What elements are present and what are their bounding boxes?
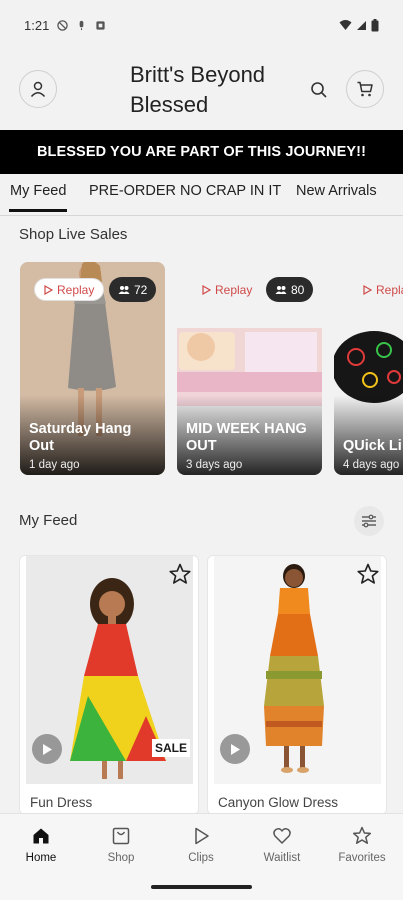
status-bar: 1:21 [0,0,403,50]
replay-label: Repla [376,282,403,297]
tab-pre-order[interactable]: PRE-ORDER NO CRAP IN IT [89,183,281,199]
replay-badge[interactable]: Repla [354,278,403,301]
live-sale-title: Saturday Hang Out [29,421,132,454]
nav-home[interactable]: Home [1,826,81,864]
app-header: Britt's Beyond Blessed [0,55,403,127]
replay-badge[interactable]: Replay [193,278,261,301]
category-tabs: My Feed PRE-ORDER NO CRAP IN IT New Arri… [0,174,403,216]
status-time: 1:21 [24,17,50,33]
live-sale-card[interactable]: Repla QUick Li 4 days ago [334,262,403,475]
search-button[interactable] [308,79,330,101]
replay-label: Replay [215,282,253,297]
home-icon [33,828,49,844]
favorite-star-icon[interactable] [356,562,380,586]
nav-label: Home [25,852,57,864]
sale-badge: SALE [151,739,190,757]
nav-favorites[interactable]: Favorites [322,826,402,864]
nav-clips[interactable]: Clips [161,826,241,864]
viewers-icon [275,285,287,294]
replay-label: Replay [57,282,95,297]
notification-icon [96,20,105,30]
account-button[interactable] [19,70,57,108]
tab-new-arrivals[interactable]: New Arrivals [296,183,377,199]
viewer-count: 72 [134,282,148,297]
live-sale-time: 4 days ago [343,459,400,471]
play-icon [43,743,52,755]
viewer-count-badge: 80 [266,277,314,302]
play-video-button[interactable] [32,734,62,764]
battery-icon [371,18,379,31]
live-sale-time: 3 days ago [186,459,243,471]
live-sale-card[interactable]: Replay 72 Saturday Hang Out 1 day ago [20,262,165,475]
product-card[interactable]: SALE Fun Dress [19,555,199,815]
signal-icon [357,21,366,30]
play-outline-icon [202,284,211,295]
product-card[interactable]: Canyon Glow Dress [207,555,387,815]
live-sale-title: QUick Li [343,438,402,454]
home-indicator[interactable] [151,885,252,889]
play-outline-icon [44,284,53,295]
product-name: Canyon Glow Dress [218,795,339,810]
nav-label: Clips [188,852,214,864]
cart-button[interactable] [346,70,384,108]
live-sales-heading: Shop Live Sales [19,226,128,243]
replay-badge[interactable]: Replay [34,278,105,301]
shop-icon [112,827,130,845]
play-icon [195,827,209,845]
cart-icon [357,81,373,97]
star-icon [352,826,372,844]
filter-icon [362,514,376,528]
live-sale-time: 1 day ago [29,459,80,471]
tab-my-feed[interactable]: My Feed [8,183,68,212]
live-sale-title: MID WEEK HANG OUT [186,421,307,454]
viewers-icon [118,285,130,294]
store-title: Britt's Beyond Blessed [130,62,266,117]
announcement-banner: BLESSED YOU ARE PART OF THIS JOURNEY!! [0,130,403,174]
dnd-icon [57,19,69,31]
play-video-button[interactable] [220,734,250,764]
wifi-icon [339,20,352,30]
nav-waitlist[interactable]: Waitlist [242,826,322,864]
viewer-count: 80 [291,282,305,297]
play-icon [231,743,240,755]
heart-icon [273,828,291,844]
nav-label: Waitlist [263,852,301,864]
filter-button[interactable] [354,506,384,536]
play-outline-icon [363,284,372,295]
favorite-star-icon[interactable] [168,562,192,586]
product-name: Fun Dress [30,795,93,810]
nav-shop[interactable]: Shop [81,826,161,864]
viewer-count-badge: 72 [109,277,157,302]
nav-label: Shop [107,852,135,864]
user-icon [30,81,46,98]
search-icon [311,82,327,98]
nav-label: Favorites [338,852,386,864]
live-sale-card[interactable]: Replay 80 MID WEEK HANG OUT 3 days ago [177,262,322,475]
feed-heading: My Feed [19,512,78,529]
mic-icon [79,20,84,30]
